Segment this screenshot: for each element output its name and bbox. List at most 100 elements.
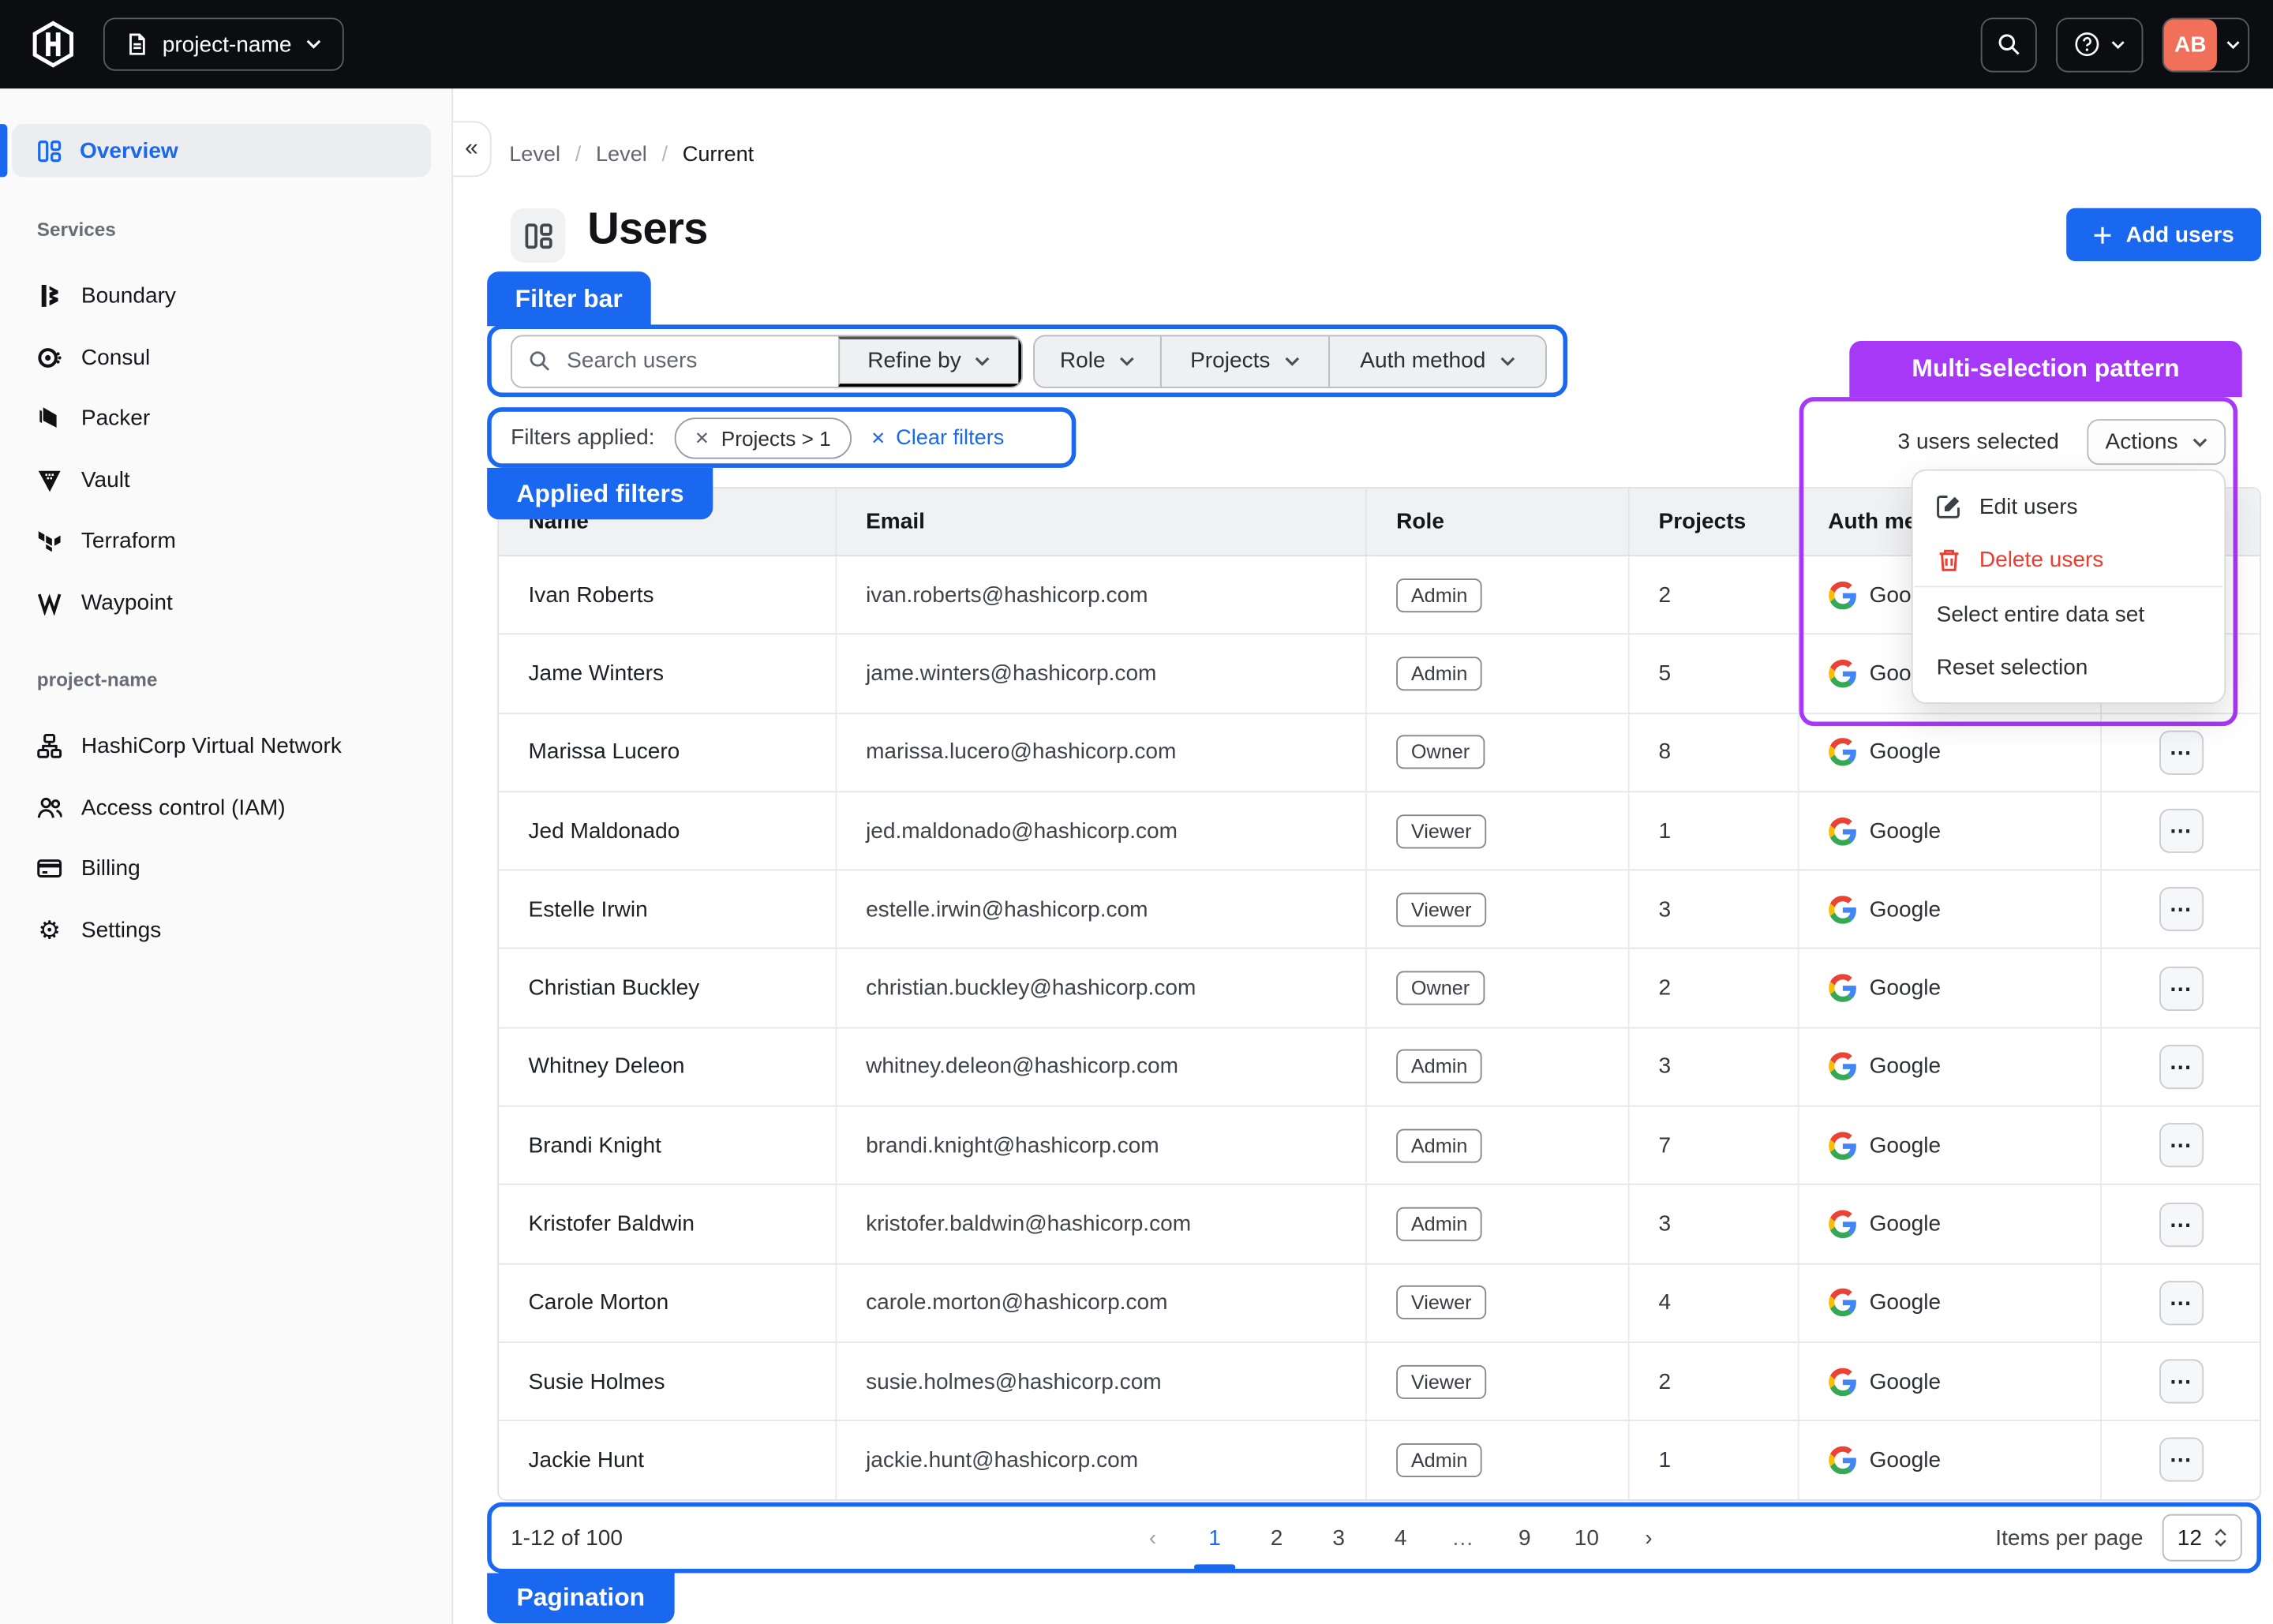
- sidebar-item-label: Terraform: [81, 529, 176, 554]
- previous-page-button[interactable]: ‹: [1129, 1519, 1177, 1556]
- auth-method-filter-dropdown[interactable]: Auth method: [1330, 335, 1545, 386]
- cell-auth-method: Google: [1799, 1343, 2103, 1420]
- sidebar-item-label: Overview: [80, 138, 178, 163]
- page-button-1[interactable]: 1: [1191, 1519, 1238, 1556]
- sidebar-item-settings[interactable]: ⚙Settings: [0, 900, 451, 961]
- iam-icon: [37, 795, 62, 821]
- actions-label: Actions: [2106, 429, 2178, 455]
- sidebar-item-boundary[interactable]: Boundary: [0, 266, 451, 327]
- page-button-2[interactable]: 2: [1253, 1519, 1301, 1556]
- cell-role: Owner: [1367, 713, 1629, 791]
- sidebar-item-packer[interactable]: Packer: [0, 388, 451, 450]
- menu-item-delete-users[interactable]: Delete users: [1913, 533, 2225, 586]
- project-switcher-label: project-name: [163, 32, 292, 57]
- table-row: Estelle Irwinestelle.irwin@hashicorp.com…: [499, 871, 2260, 950]
- cell-name: Jame Winters: [499, 635, 837, 713]
- clear-filters-icon: ✕: [871, 428, 886, 446]
- cell-email: kristofer.baldwin@hashicorp.com: [837, 1185, 1367, 1263]
- cell-email: christian.buckley@hashicorp.com: [837, 949, 1367, 1027]
- row-actions-button[interactable]: ⋯: [2159, 1045, 2203, 1089]
- auth-method-filter-label: Auth method: [1360, 348, 1485, 373]
- auth-method-label: Google: [1870, 1211, 1941, 1237]
- table-row: Carole Mortoncarole.morton@hashicorp.com…: [499, 1264, 2260, 1343]
- sidebar-item-hashicorp-virtual-network[interactable]: HashiCorp Virtual Network: [0, 716, 451, 777]
- role-badge: Admin: [1396, 578, 1482, 612]
- help-menu-button[interactable]: [2056, 17, 2143, 72]
- sidebar-collapse-button[interactable]: «: [453, 121, 492, 177]
- sidebar-item-access-control-iam[interactable]: Access control (IAM): [0, 777, 451, 839]
- search-users-input[interactable]: [564, 346, 791, 375]
- search-icon: [1997, 32, 2020, 56]
- add-users-button[interactable]: Add users: [2066, 208, 2261, 261]
- google-icon: [1828, 817, 1856, 845]
- cell-role: Admin: [1367, 1107, 1629, 1184]
- table-row: Jackie Huntjackie.hunt@hashicorp.comAdmi…: [499, 1421, 2260, 1499]
- row-actions-button[interactable]: ⋯: [2159, 1281, 2203, 1325]
- filter-bar: Refine by Role Projects Auth method: [487, 324, 1567, 397]
- account-menu-button[interactable]: AB: [2163, 17, 2249, 72]
- cell-role: Admin: [1367, 635, 1629, 713]
- menu-item-select-entire-data-set[interactable]: Select entire data set: [1913, 587, 2225, 640]
- role-filter-dropdown[interactable]: Role: [1035, 335, 1162, 386]
- page-button-9[interactable]: 9: [1501, 1519, 1548, 1556]
- cell-email: marissa.lucero@hashicorp.com: [837, 713, 1367, 791]
- remove-filter-icon[interactable]: ✕: [695, 428, 710, 446]
- chevron-down-icon: [2191, 436, 2207, 448]
- breadcrumb-item[interactable]: Level: [509, 143, 560, 167]
- role-badge: Owner: [1396, 971, 1485, 1005]
- row-actions-button[interactable]: ⋯: [2159, 888, 2203, 932]
- breadcrumb: Level/Level/Current: [509, 143, 754, 167]
- row-actions-button[interactable]: ⋯: [2159, 809, 2203, 853]
- row-actions-button[interactable]: ⋯: [2159, 1202, 2203, 1246]
- row-actions-button[interactable]: ⋯: [2159, 966, 2203, 1010]
- role-badge: Viewer: [1396, 1364, 1486, 1398]
- cell-auth-method: Google: [1799, 871, 2103, 949]
- page-button-10[interactable]: 10: [1563, 1519, 1610, 1556]
- active-item-accent: [0, 124, 7, 177]
- filter-chip-projects[interactable]: ✕ Projects > 1: [674, 417, 852, 458]
- breadcrumb-item[interactable]: Level: [596, 143, 647, 167]
- cell-auth-method: Google: [1799, 713, 2103, 791]
- project-switcher[interactable]: project-name: [103, 17, 343, 70]
- sidebar-item-overview[interactable]: Overview: [12, 124, 431, 177]
- cell-actions: ⋯: [2102, 1028, 2260, 1106]
- row-actions-button[interactable]: ⋯: [2159, 1124, 2203, 1168]
- stepper-chevrons-icon: [2214, 1529, 2227, 1546]
- annotation-applied-filters: Applied filters: [487, 468, 713, 519]
- auth-method-label: Google: [1870, 897, 1941, 922]
- actions-dropdown-button[interactable]: Actions: [2087, 419, 2226, 465]
- column-header-email: Email: [837, 488, 1367, 555]
- sidebar-item-waypoint[interactable]: Waypoint: [0, 572, 451, 634]
- menu-item-edit-users[interactable]: Edit users: [1913, 480, 2225, 533]
- role-badge: Admin: [1396, 1050, 1482, 1083]
- sidebar-item-billing[interactable]: Billing: [0, 838, 451, 900]
- page-button-4[interactable]: 4: [1377, 1519, 1425, 1556]
- boundary-icon: [37, 284, 62, 309]
- menu-item-reset-selection[interactable]: Reset selection: [1913, 641, 2225, 694]
- sidebar-item-vault[interactable]: Vault: [0, 449, 451, 511]
- vault-icon: [37, 467, 62, 492]
- chevron-down-icon: [1118, 355, 1135, 367]
- search-users-field[interactable]: [512, 335, 838, 386]
- terraform-icon: [37, 529, 62, 554]
- cell-name: Susie Holmes: [499, 1343, 837, 1420]
- projects-filter-dropdown[interactable]: Projects: [1162, 335, 1330, 386]
- sidebar-item-terraform[interactable]: Terraform: [0, 511, 451, 572]
- chevron-down-icon: [2225, 39, 2240, 50]
- row-actions-button[interactable]: ⋯: [2159, 1360, 2203, 1404]
- next-page-button[interactable]: ›: [1625, 1519, 1672, 1556]
- breadcrumb-separator: /: [662, 143, 668, 167]
- row-actions-button[interactable]: ⋯: [2159, 1438, 2203, 1482]
- cell-actions: ⋯: [2102, 1107, 2260, 1184]
- row-actions-button[interactable]: ⋯: [2159, 730, 2203, 774]
- refine-by-dropdown[interactable]: Refine by: [838, 335, 1021, 386]
- clear-filters-link[interactable]: ✕ Clear filters: [871, 426, 1004, 450]
- table-row: Whitney Deleonwhitney.deleon@hashicorp.c…: [499, 1028, 2260, 1107]
- global-search-button[interactable]: [1981, 17, 2037, 72]
- sidebar-item-consul[interactable]: Consul: [0, 327, 451, 388]
- page-button-3[interactable]: 3: [1315, 1519, 1362, 1556]
- cell-actions: ⋯: [2102, 949, 2260, 1027]
- items-per-page-select[interactable]: 12: [2163, 1514, 2242, 1562]
- overview-icon: [37, 138, 62, 163]
- packer-icon: [37, 406, 62, 432]
